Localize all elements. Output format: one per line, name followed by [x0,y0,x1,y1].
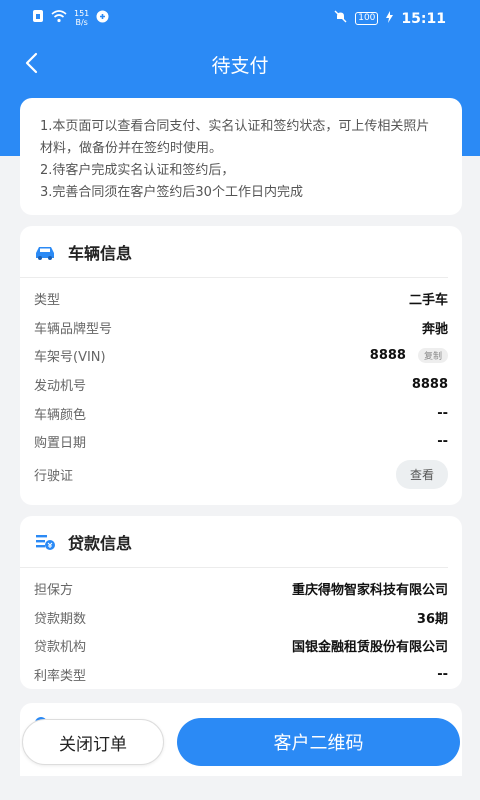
loan-info-title: 贷款信息 [68,533,133,553]
vehicle-row-type: 类型 二手车 [20,284,462,313]
car-icon [34,241,56,263]
row-label: 车辆品牌型号 [34,321,113,337]
notice-line-2: 2.待客户完成实名认证和签约后， [40,163,235,178]
loan-document-icon [34,531,56,553]
loan-row-guarantor: 担保方 重庆得物智家科技有限公司 [20,574,462,603]
network-speed: 151 B/s [74,9,90,27]
copy-button[interactable]: 复制 [417,348,448,364]
page-title: 待支付 [211,55,269,77]
row-label: 贷款机构 [34,640,87,656]
close-order-button[interactable]: 关闭订单 [22,719,164,765]
app-notification-icon [96,10,109,27]
row-value: -- [437,666,448,682]
vehicle-row-purchase-date: 购置日期 -- [20,427,462,456]
notice-line-3: 3.完善合同须在客户签约后30个工作日内完成 [40,185,303,200]
vehicle-row-vin: 车架号(VIN) 8888 复制 [20,341,462,370]
row-label: 利率类型 [34,668,87,684]
row-label: 类型 [34,292,61,308]
loan-row-rate-type: 利率类型 -- [20,660,462,689]
vin-value: 8888 [369,348,406,364]
view-license-button[interactable]: 查看 [395,459,448,489]
vehicle-row-color: 车辆颜色 -- [20,399,462,428]
vehicle-row-brand: 车辆品牌型号 奔驰 [20,313,462,342]
notice-card: 1.本页面可以查看合同支付、实名认证和签约状态，可上传相关照片材料，做备份并在签… [20,98,462,215]
notice-line-1: 1.本页面可以查看合同支付、实名认证和签约状态，可上传相关照片材料，做备份并在签… [40,119,430,156]
customer-qr-code-button[interactable]: 客户二维码 [177,718,460,766]
row-value: 国银金融租赁股份有限公司 [291,640,448,656]
clock: 15:11 [401,10,446,27]
row-value: 奔驰 [421,321,448,337]
vehicle-info-card: 车辆信息 类型 二手车 车辆品牌型号 奔驰 车架号(VIN) 8888 复制 发动… [20,226,462,505]
row-value: -- [437,405,448,421]
row-label: 车架号(VIN) [34,350,106,366]
row-value: 二手车 [408,292,448,308]
loan-row-term: 贷款期数 36期 [20,603,462,632]
row-value: 8888 [411,376,448,392]
row-label: 购置日期 [34,436,87,452]
vehicle-row-license: 行驶证 查看 [20,456,462,492]
vehicle-row-engine: 发动机号 8888 [20,370,462,399]
mute-bell-icon [334,10,347,27]
battery-indicator: 100 [355,12,379,25]
nav-bar: 待支付 [0,40,480,86]
row-label: 车辆颜色 [34,407,87,423]
bottom-action-bar: 关闭订单 客户二维码 [0,712,480,800]
row-value: 8888 复制 [369,348,448,364]
vehicle-info-title: 车辆信息 [68,243,133,263]
status-bar: 151 B/s 100 15:11 [0,0,480,40]
wifi-icon [51,9,67,27]
loan-info-header: 贷款信息 [20,516,448,568]
row-label: 贷款期数 [34,611,87,627]
row-value: 36期 [416,611,448,627]
charging-bolt-icon [386,10,394,27]
row-value: -- [437,434,448,450]
row-label: 担保方 [34,582,74,598]
vehicle-info-header: 车辆信息 [20,226,448,278]
row-label: 发动机号 [34,378,87,394]
loan-row-institution: 贷款机构 国银金融租赁股份有限公司 [20,631,462,660]
sim-card-icon [32,9,44,27]
row-label: 行驶证 [34,468,74,484]
row-value: 重庆得物智家科技有限公司 [291,582,448,598]
loan-info-card: 贷款信息 担保方 重庆得物智家科技有限公司 贷款期数 36期 贷款机构 国银金融… [20,516,462,689]
